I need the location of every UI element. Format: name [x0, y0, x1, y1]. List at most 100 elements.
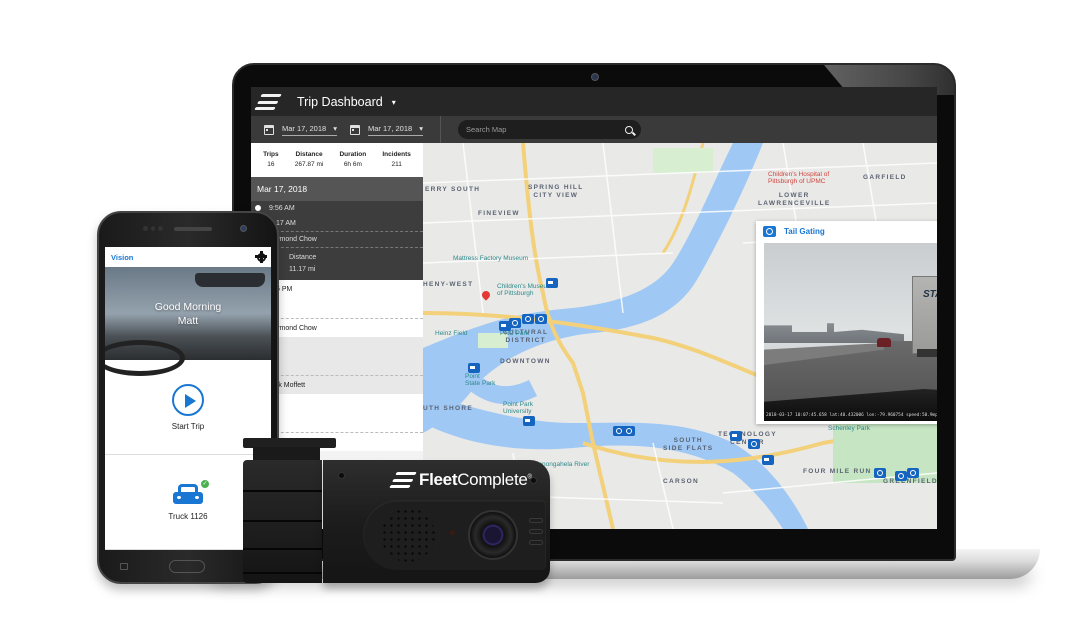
stat-distance: Distance 267.87 mi: [295, 150, 324, 170]
home-button[interactable]: [168, 559, 205, 573]
app-header: Trip Dashboard ▾: [251, 87, 937, 116]
poi-label[interactable]: Mattress Factory Museum: [453, 255, 528, 262]
greeting-banner: Good Morning Matt: [105, 267, 271, 376]
map-label: HENY-WEST: [423, 281, 474, 288]
chevron-down-icon[interactable]: ▾: [392, 98, 396, 107]
screw: [530, 477, 537, 484]
date-to-picker[interactable]: Mar 17, 2018 ▾: [350, 124, 423, 136]
vehicle-label: Truck 1126: [168, 511, 208, 521]
incident-popup: Tail Gating × STAR 2018-03-17 10:07:45.6…: [756, 221, 937, 424]
vent: [529, 540, 543, 545]
metric-value: 11.17 mi: [289, 266, 316, 273]
poi-label[interactable]: Heinz Field: [435, 330, 468, 337]
stat-label: Incidents: [382, 151, 411, 158]
video-marker-icon[interactable]: [730, 431, 742, 441]
fleetcomplete-logo: FleetComplete®: [389, 470, 532, 490]
user-name: Matt: [177, 314, 199, 327]
car-icon: ✓: [173, 478, 210, 506]
map-label: GREENFIELD: [883, 478, 937, 485]
stat-label: Trips: [263, 151, 279, 158]
video-marker-icon[interactable]: [468, 363, 480, 373]
stat-trips: Trips 16: [263, 150, 279, 170]
date-from-value: Mar 17, 2018: [282, 123, 327, 133]
fleet-logo-icon[interactable]: [254, 93, 282, 110]
fleet-logo-icon: [389, 472, 417, 488]
popup-header: Tail Gating: [756, 221, 937, 241]
day-header: Mar 17, 2018: [251, 177, 423, 201]
stat-label: Distance: [295, 151, 323, 158]
camera-marker-icon[interactable]: [522, 314, 534, 324]
calendar-icon: [264, 124, 274, 135]
incident-video[interactable]: STAR 2018-03-17 10:07:45.658 lat:40.4320…: [764, 243, 937, 421]
camera-marker-icon[interactable]: [874, 468, 886, 478]
brand-light: Complete: [457, 470, 528, 489]
recent-apps-icon[interactable]: [119, 562, 128, 570]
video-car: [877, 338, 891, 347]
incident-title: Tail Gating: [784, 226, 825, 236]
poi-label[interactable]: Point Park University: [503, 401, 533, 415]
trip-summary: Trips 16 Distance 267.87 mi Duration 6h …: [251, 143, 423, 177]
rearview-mirror: [195, 273, 265, 287]
stat-incidents: Incidents 211: [382, 150, 411, 170]
chevron-down-icon: ▾: [419, 123, 423, 133]
date-from-field[interactable]: Mar 17, 2018 ▾: [282, 124, 337, 136]
map-label: ERRY SOUTH: [425, 186, 481, 193]
truck-logo: STAR: [923, 289, 937, 300]
poi-label[interactable]: Children's Hospital of Pittsburgh of UPM…: [768, 171, 829, 185]
stat-value: 16: [267, 161, 275, 168]
camera-marker-icon[interactable]: [748, 439, 760, 449]
camera-lens: [468, 510, 518, 560]
search-map[interactable]: [458, 120, 641, 139]
dashcam-face: [363, 500, 546, 570]
dashcam-body: FleetComplete®: [323, 460, 550, 583]
video-marker-icon[interactable]: [762, 455, 774, 465]
poi-label[interactable]: Point State Park: [465, 373, 495, 387]
stat-value: 6h 6m: [343, 161, 362, 168]
video-marker-icon[interactable]: [546, 278, 558, 288]
camera-marker-icon[interactable]: [535, 314, 547, 324]
poi-label[interactable]: PNC Park: [500, 330, 529, 337]
toolbar: Mar 17, 2018 ▾ Mar 17, 2018 ▾: [251, 116, 937, 143]
camera-marker-icon[interactable]: [907, 468, 919, 478]
video-marker-icon[interactable]: [499, 321, 511, 331]
map-label: SOUTH SIDE FLATS: [663, 437, 714, 452]
product-showcase: Trip Dashboard ▾ Mar 17, 2018 ▾ Mar 17, …: [0, 0, 1080, 629]
poi-label[interactable]: Children's Museum of Pittsburgh: [497, 283, 552, 297]
stat-value: 267.87 mi: [294, 161, 324, 168]
map-label: UTH SHORE: [423, 405, 473, 412]
greeting-line: Good Morning: [154, 300, 222, 313]
camera-marker-icon[interactable]: [623, 426, 635, 436]
video-truck: STAR: [912, 276, 937, 357]
play-icon: [172, 383, 204, 416]
divider: [440, 116, 441, 143]
map-label: CARSON: [663, 478, 699, 485]
map-label: DOWNTOWN: [500, 358, 551, 365]
date-to-field[interactable]: Mar 17, 2018 ▾: [368, 124, 423, 136]
video-marker-icon[interactable]: [523, 416, 535, 426]
page-title[interactable]: Trip Dashboard: [297, 95, 383, 109]
search-input[interactable]: [466, 125, 606, 134]
status-led: [450, 530, 455, 535]
video-telemetry: 2018-03-17 10:07:45.658 lat:40.432006 lo…: [766, 413, 937, 418]
camera-marker-icon[interactable]: [895, 471, 907, 481]
metric-label: Distance: [289, 254, 317, 261]
phone-app-title: Vision: [111, 252, 134, 262]
trip-start-time: 9:56 AM: [269, 205, 295, 212]
stat-duration: Duration 6h 6m: [339, 150, 366, 170]
check-icon: ✓: [200, 478, 210, 489]
vent: [529, 518, 543, 523]
calendar-icon: [350, 124, 360, 135]
phone-camera: [240, 225, 247, 232]
phone-sensors: [143, 226, 164, 232]
dashcam-hinge: [243, 460, 322, 583]
map-label: SPRING HILL CITY VIEW: [528, 184, 584, 199]
greeting-text: Good Morning Matt: [155, 300, 222, 328]
poi-label[interactable]: Schenley Park: [828, 425, 870, 432]
phone-app-header: Vision: [105, 247, 271, 267]
date-from-picker[interactable]: Mar 17, 2018 ▾: [264, 124, 337, 136]
park-area: [653, 148, 713, 173]
camera-icon: [763, 225, 776, 237]
gear-icon[interactable]: [255, 250, 267, 263]
vent: [529, 529, 543, 534]
search-icon[interactable]: [625, 125, 633, 134]
